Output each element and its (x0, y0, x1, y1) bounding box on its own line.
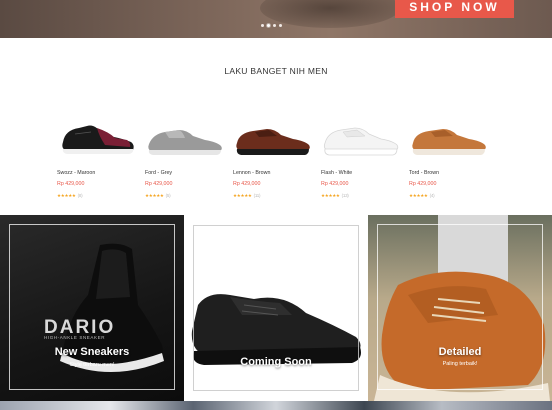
product-price: Rp 429,000 (409, 181, 437, 187)
product-card[interactable]: Swozz - Maroon Rp 429,000 ★★★★★ (8) (57, 104, 137, 204)
sneaker-tan-image[interactable] (409, 112, 489, 164)
product-name[interactable]: Ford - Grey (145, 170, 172, 176)
product-name[interactable]: Lennon - Brown (233, 170, 270, 176)
sneaker-black-maroon-image[interactable] (57, 112, 137, 164)
carousel-dot[interactable] (273, 24, 276, 27)
rating-stars: ★★★★★ (145, 193, 164, 198)
rating-count: (5) (165, 193, 171, 198)
product-rating: ★★★★★ (8) (57, 193, 83, 199)
rating-count: (8) (77, 193, 83, 198)
carousel-dot-active[interactable] (267, 24, 270, 27)
rating-count: (13) (341, 193, 349, 198)
rating-stars: ★★★★★ (57, 193, 76, 198)
product-price: Rp 429,000 (145, 181, 173, 187)
product-name[interactable]: Flash - White (321, 170, 352, 176)
product-card[interactable]: Flash - White Rp 429,000 ★★★★★ (13) (321, 104, 401, 204)
rating-stars: ★★★★★ (233, 193, 252, 198)
tile-title: Detailed (438, 346, 482, 358)
product-price: Rp 429,000 (233, 181, 261, 187)
promo-tile-detailed[interactable]: Detailed Paling terbaik! (368, 215, 552, 401)
product-name[interactable]: Swozz - Maroon (57, 170, 95, 176)
sneaker-white-image[interactable] (321, 112, 401, 164)
tile-title: New Sneakers (54, 346, 130, 358)
carousel-dot[interactable] (261, 24, 264, 27)
promo-tile-coming-soon[interactable]: Coming Soon (184, 215, 368, 401)
product-card[interactable]: Lennon - Brown Rp 429,000 ★★★★★ (11) (233, 104, 313, 204)
tile-subtitle: Paling terbaik! (442, 361, 478, 367)
carousel-dots (261, 24, 282, 27)
rating-stars: ★★★★★ (321, 193, 340, 198)
product-card[interactable]: Tord - Brown Rp 429,000 ★★★★★ (4) (409, 104, 489, 204)
product-card[interactable]: Ford - Grey Rp 429,000 ★★★★★ (5) (145, 104, 225, 204)
hero-banner[interactable]: SHOP NOW (0, 0, 552, 38)
product-price: Rp 429,000 (321, 181, 349, 187)
product-rating: ★★★★★ (5) (145, 193, 171, 199)
sneaker-brown-dark-image[interactable] (233, 112, 313, 164)
sneaker-grey-image[interactable] (145, 112, 225, 164)
section-title: LAKU BANGET NIH MEN (224, 66, 328, 76)
rating-stars: ★★★★★ (409, 193, 428, 198)
tile-subtitle: Style terbaru men! (69, 362, 115, 368)
product-name[interactable]: Tord - Brown (409, 170, 439, 176)
rating-count: (11) (253, 193, 261, 198)
product-rating: ★★★★★ (4) (409, 193, 435, 199)
tile-title: Coming Soon (240, 356, 312, 368)
brand-tagline: HIGH-ANKLE SNEAKER (44, 335, 106, 340)
carousel-dot[interactable] (279, 24, 282, 27)
shop-now-button[interactable]: SHOP NOW (395, 0, 514, 18)
product-price: Rp 429,000 (57, 181, 85, 187)
product-rating: ★★★★★ (11) (233, 193, 260, 199)
promo-tile-new-sneakers[interactable]: DARIO HIGH-ANKLE SNEAKER New Sneakers St… (0, 215, 184, 401)
product-list: Swozz - Maroon Rp 429,000 ★★★★★ (8) Ford … (57, 104, 497, 204)
product-rating: ★★★★★ (13) (321, 193, 349, 199)
rating-count: (4) (429, 193, 435, 198)
next-section-image-strip (0, 401, 552, 410)
